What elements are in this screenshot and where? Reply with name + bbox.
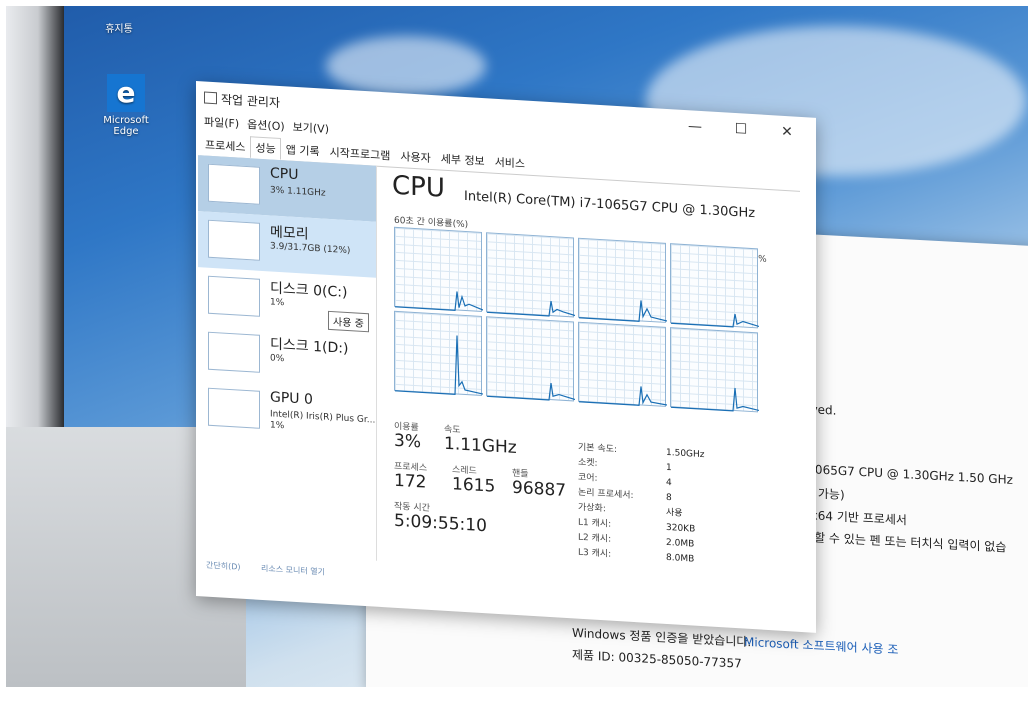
core-graph bbox=[486, 232, 575, 318]
tab-performance[interactable]: 성능 bbox=[250, 136, 281, 161]
edge-logo-icon: e bbox=[107, 74, 145, 112]
system-text: i7-1065G7 CPU @ 1.30GHz 1.50 GHz bbox=[792, 461, 1013, 487]
resource-item-memory[interactable]: 메모리 3.9/31.7GB (12%) bbox=[198, 211, 376, 278]
cpu-graph-grid bbox=[394, 226, 759, 413]
core-graph-line bbox=[579, 386, 667, 406]
core-graph-line bbox=[487, 382, 575, 401]
tab-details[interactable]: 세부 정보 bbox=[436, 147, 490, 172]
product-id-text: 제품 ID: 00325-85050-77357 bbox=[572, 647, 742, 671]
menu-view[interactable]: 보기(V) bbox=[289, 119, 333, 138]
resource-sub: 1% bbox=[270, 297, 285, 309]
recycle-bin-label: 휴지통 bbox=[105, 24, 133, 35]
core-graph bbox=[486, 316, 575, 402]
core-graph bbox=[578, 321, 667, 407]
tab-processes[interactable]: 프로세스 bbox=[200, 133, 250, 158]
disk1-thumbnail bbox=[208, 331, 260, 373]
resource-sub: 1% bbox=[270, 420, 285, 432]
cpu-heading: CPU bbox=[392, 170, 445, 204]
core-graph bbox=[394, 226, 483, 312]
gpu-thumbnail bbox=[208, 387, 260, 429]
utilization-value: 3% bbox=[394, 430, 421, 453]
resource-item-gpu0[interactable]: GPU 0 Intel(R) Iris(R) Plus Gr... 1% bbox=[198, 379, 376, 446]
menu-file[interactable]: 파일(F) bbox=[200, 113, 243, 132]
task-manager-window: 작업 관리자 — ☐ ✕ 파일(F) 옵션(O) 보기(V) 프로세스 성능 앱… bbox=[196, 81, 816, 633]
core-graph bbox=[578, 237, 667, 323]
resource-sub: Intel(R) Iris(R) Plus Gr... bbox=[270, 409, 376, 426]
cpu-thumbnail bbox=[208, 163, 260, 205]
core-graph-line bbox=[671, 387, 759, 412]
speed-value: 1.11GHz bbox=[444, 433, 517, 459]
resource-item-cpu[interactable]: CPU 3% 1.11GHz bbox=[198, 155, 376, 222]
tab-services[interactable]: 서비스 bbox=[490, 150, 530, 174]
core-graph bbox=[670, 327, 759, 413]
window-controls: — ☐ ✕ bbox=[672, 111, 810, 147]
license-link[interactable]: Microsoft 소프트웨어 사용 조 bbox=[744, 633, 898, 658]
core-graph-line bbox=[395, 335, 483, 396]
resource-name: GPU 0 bbox=[270, 389, 313, 408]
system-text: 사용할 수 있는 펜 또는 터치식 입력이 없습 bbox=[792, 529, 1007, 555]
task-manager-icon bbox=[204, 91, 217, 105]
memory-thumbnail bbox=[208, 219, 260, 261]
uptime-value: 5:09:55:10 bbox=[394, 510, 487, 537]
tab-app-history[interactable]: 앱 기록 bbox=[281, 138, 325, 163]
tab-users[interactable]: 사용자 bbox=[395, 145, 435, 169]
resource-item-disk1[interactable]: 디스크 1(D:) 0% bbox=[198, 323, 376, 390]
core-graph bbox=[394, 310, 483, 396]
recycle-bin-icon[interactable]: 휴지통 bbox=[94, 20, 144, 35]
cpu-specs: 기본 속도: 1.50GHz 소켓: 1 코어: 4 논리 프로세서: 8 가상화: 사용… bbox=[578, 440, 705, 568]
resource-sub: 0% bbox=[270, 353, 285, 365]
resource-sub: 3% 1.11GHz bbox=[270, 185, 326, 199]
tooltip: 사용 중 bbox=[328, 310, 369, 333]
resource-item-disk0[interactable]: 디스크 0(C:) 1% 사용 중 bbox=[198, 267, 376, 334]
maximize-button[interactable]: ☐ bbox=[718, 114, 764, 145]
resource-name: CPU bbox=[270, 165, 299, 184]
processes-value: 172 bbox=[394, 470, 427, 493]
disk0-thumbnail bbox=[208, 275, 260, 317]
core-graph-line bbox=[395, 291, 483, 312]
minimize-button[interactable]: — bbox=[672, 111, 718, 142]
handles-value: 96887 bbox=[512, 477, 567, 501]
wallpaper-cloud bbox=[326, 36, 486, 96]
cpu-stats: 이용률 속도 3% 1.11GHz 프로세스 스레드 핸들 172 1615 9… bbox=[394, 419, 794, 565]
fewer-details-link[interactable]: 간단히(D) bbox=[206, 561, 240, 572]
core-graph-line bbox=[671, 313, 759, 328]
close-button[interactable]: ✕ bbox=[764, 117, 810, 148]
cpu-model: Intel(R) Core(TM) i7-1065G7 CPU @ 1.30GH… bbox=[464, 188, 756, 222]
window-title: 작업 관리자 bbox=[204, 89, 280, 111]
window-footer: 간단히(D) 리소스 모니터 열기 bbox=[206, 560, 343, 579]
core-graph bbox=[670, 243, 759, 329]
resource-list: CPU 3% 1.11GHz 메모리 3.9/31.7GB (12%) 디스크 … bbox=[198, 155, 377, 561]
edge-shortcut[interactable]: e Microsoft Edge bbox=[100, 74, 152, 137]
photo-frame: 휴지통 e Microsoft Edge served. i7-1065G7 C… bbox=[6, 6, 1028, 687]
menu-options[interactable]: 옵션(O) bbox=[243, 116, 288, 135]
resource-monitor-link[interactable]: 리소스 모니터 열기 bbox=[261, 564, 325, 577]
threads-value: 1615 bbox=[452, 474, 496, 497]
resource-name: 메모리 bbox=[270, 224, 309, 243]
core-graph-line bbox=[487, 300, 575, 317]
resource-sub: 3.9/31.7GB (12%) bbox=[270, 241, 351, 257]
core-graph-line bbox=[579, 300, 667, 322]
edge-label: Microsoft Edge bbox=[103, 115, 149, 137]
